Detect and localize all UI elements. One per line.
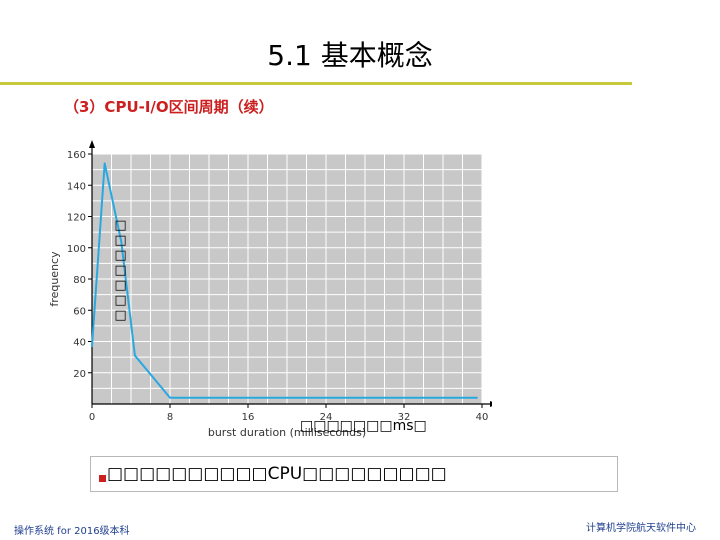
y-tick-label: 140 [67,181,86,192]
overlay-x-caption: □□□□□□□ms□ [300,418,427,434]
y-axis-arrow [89,140,95,148]
data-point [91,345,93,347]
title-rule [0,82,632,85]
note-text: □□□□□□□□□□CPU□□□□□□□□□ [107,464,447,484]
footer-department: 计算机学院航天软件中心 [586,523,696,534]
bullet-icon [99,475,106,482]
data-point [103,162,106,165]
data-point [134,354,136,357]
y-tick-label: 20 [73,369,86,380]
y-tick-label: 120 [67,213,86,224]
x-tick-label: 40 [476,412,489,423]
x-axis-arrow [490,401,492,407]
y-tick-label: 100 [67,244,86,255]
data-point [169,396,171,399]
y-tick-label: 40 [73,338,86,349]
footer-course: 操作系统 for 2016级本科 [14,526,130,537]
x-tick-label: 16 [242,412,255,423]
y-axis-title: frequency [48,251,61,307]
y-tick-label: 60 [73,306,86,317]
slide-title: 5.1 基本概念 [267,39,433,72]
data-point [476,396,478,399]
y-tick-label: 160 [67,150,86,161]
x-tick-label: 8 [167,412,173,423]
overlay-vertical-text: □□□□□□□ [113,218,128,323]
y-tick-label: 80 [73,275,86,286]
note-box: □□□□□□□□□□CPU□□□□□□□□□ [90,456,618,492]
slide-subtitle: （3）CPU-I/O区间周期（续） [64,98,274,116]
x-tick-label: 0 [89,412,95,423]
